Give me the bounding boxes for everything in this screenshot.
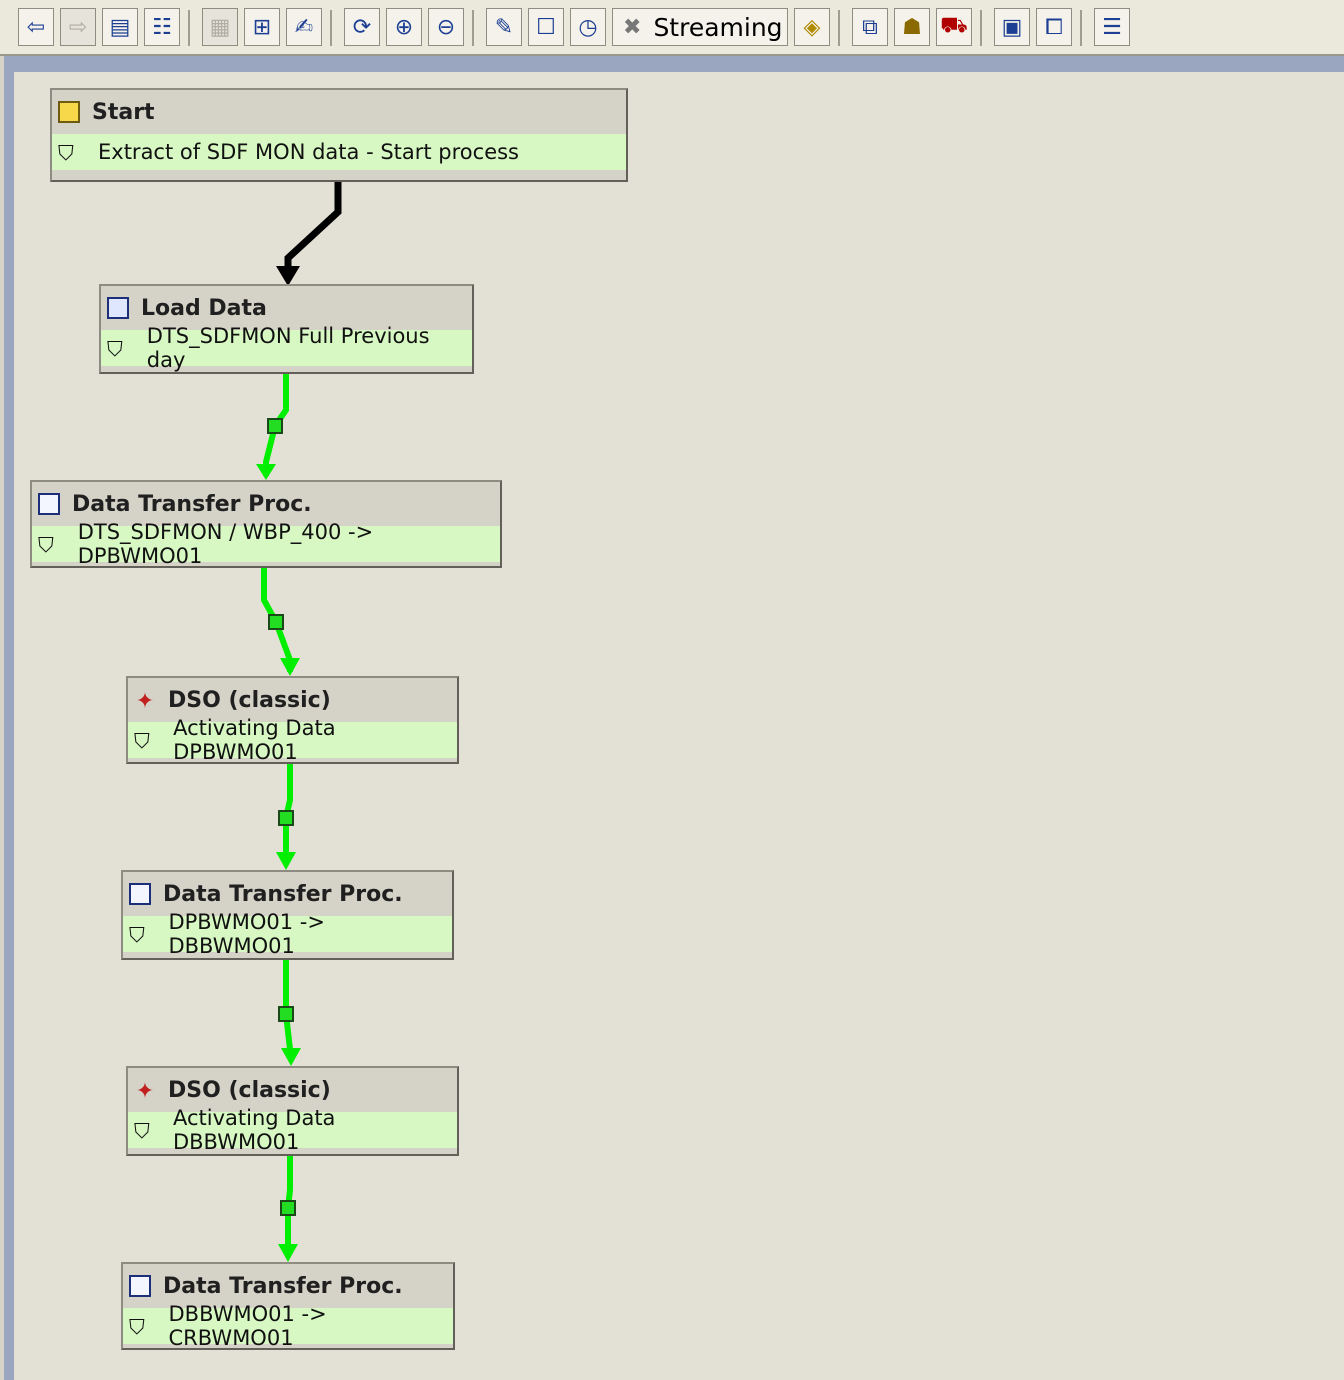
dso-icon: ✦: [135, 1079, 155, 1104]
arrow-head-icon: [278, 1244, 298, 1262]
arrow-head-icon: [281, 1048, 301, 1066]
start-icon: [58, 101, 80, 123]
dso-icon: ✦: [135, 689, 155, 714]
process-node-dtp-3[interactable]: Data Transfer Proc. ⛉ DBBWMO01 -> CRBWMO0…: [121, 1262, 455, 1350]
connector-line: [284, 182, 342, 280]
arrow-head-icon: [276, 266, 300, 286]
node-title: Data Transfer Proc.: [163, 1273, 403, 1299]
variant-icon: ⛉: [58, 141, 74, 165]
variant-icon: ⛉: [134, 729, 150, 753]
arrow-head-icon: [276, 852, 296, 870]
node-detail: Extract of SDF MON data - Start process: [98, 140, 519, 164]
node-title: Data Transfer Proc.: [163, 881, 403, 907]
variant-icon: ⛉: [107, 337, 123, 361]
node-detail: Activating Data DPBWMO01: [173, 716, 336, 764]
node-title: Load Data: [141, 295, 267, 321]
process-node-dtp-1[interactable]: Data Transfer Proc. ⛉ DTS_SDFMON / WBP_40…: [30, 480, 502, 568]
node-detail: DTS_SDFMON Full Previous day: [146, 324, 430, 372]
process-node-dso-1[interactable]: ✦ DSO (classic) ⛉ Activating Data DPBWMO01: [126, 676, 459, 764]
node-title: DSO (classic): [168, 687, 331, 713]
node-detail: DBBWMO01 -> CRBWMO01: [168, 1302, 327, 1350]
status-marker-icon[interactable]: [267, 418, 283, 434]
node-title: Start: [92, 99, 155, 125]
variant-icon: ⛉: [134, 1119, 150, 1143]
process-node-load-data[interactable]: Load Data ⛉ DTS_SDFMON Full Previous day: [99, 284, 474, 374]
dtp-icon: [129, 883, 151, 905]
variant-icon: ⛉: [38, 533, 54, 557]
status-marker-icon[interactable]: [280, 1200, 296, 1216]
variant-icon: ⛉: [129, 1315, 145, 1339]
node-detail: DPBWMO01 -> DBBWMO01: [168, 910, 325, 958]
status-marker-icon[interactable]: [268, 614, 284, 630]
status-marker-icon[interactable]: [278, 1006, 294, 1022]
arrow-head-icon: [280, 658, 300, 676]
process-node-dso-2[interactable]: ✦ DSO (classic) ⛉ Activating Data DBBWMO01: [126, 1066, 459, 1156]
process-node-start[interactable]: Start ⛉ Extract of SDF MON data - Start p…: [50, 88, 628, 182]
status-marker-icon[interactable]: [278, 810, 294, 826]
arrow-head-icon: [256, 464, 276, 480]
node-title: Data Transfer Proc.: [72, 491, 312, 517]
node-detail: DTS_SDFMON / WBP_400 -> DPBWMO01: [77, 520, 374, 568]
dtp-icon: [129, 1275, 151, 1297]
load-icon: [107, 297, 129, 319]
node-detail: Activating Data DBBWMO01: [172, 1106, 336, 1154]
node-title: DSO (classic): [168, 1077, 331, 1103]
process-node-dtp-2[interactable]: Data Transfer Proc. ⛉ DPBWMO01 -> DBBWMO0…: [121, 870, 454, 960]
variant-icon: ⛉: [129, 923, 145, 947]
dtp-icon: [38, 493, 60, 515]
